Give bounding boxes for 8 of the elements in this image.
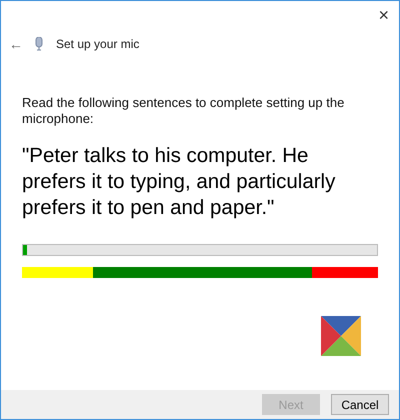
close-button[interactable]: × [376, 5, 391, 25]
window-title: Set up your mic [56, 37, 140, 51]
instruction-text: Read the following sentences to complete setting up the microphone: [22, 95, 346, 127]
sentence-text: "Peter talks to his computer. He prefers it to typing, and particularly prefers it to pen and paper." [22, 143, 336, 221]
back-button[interactable]: ← [7, 36, 25, 52]
logo-icon [321, 316, 361, 356]
cancel-button[interactable]: Cancel [331, 394, 389, 415]
microphone-icon [35, 37, 43, 51]
